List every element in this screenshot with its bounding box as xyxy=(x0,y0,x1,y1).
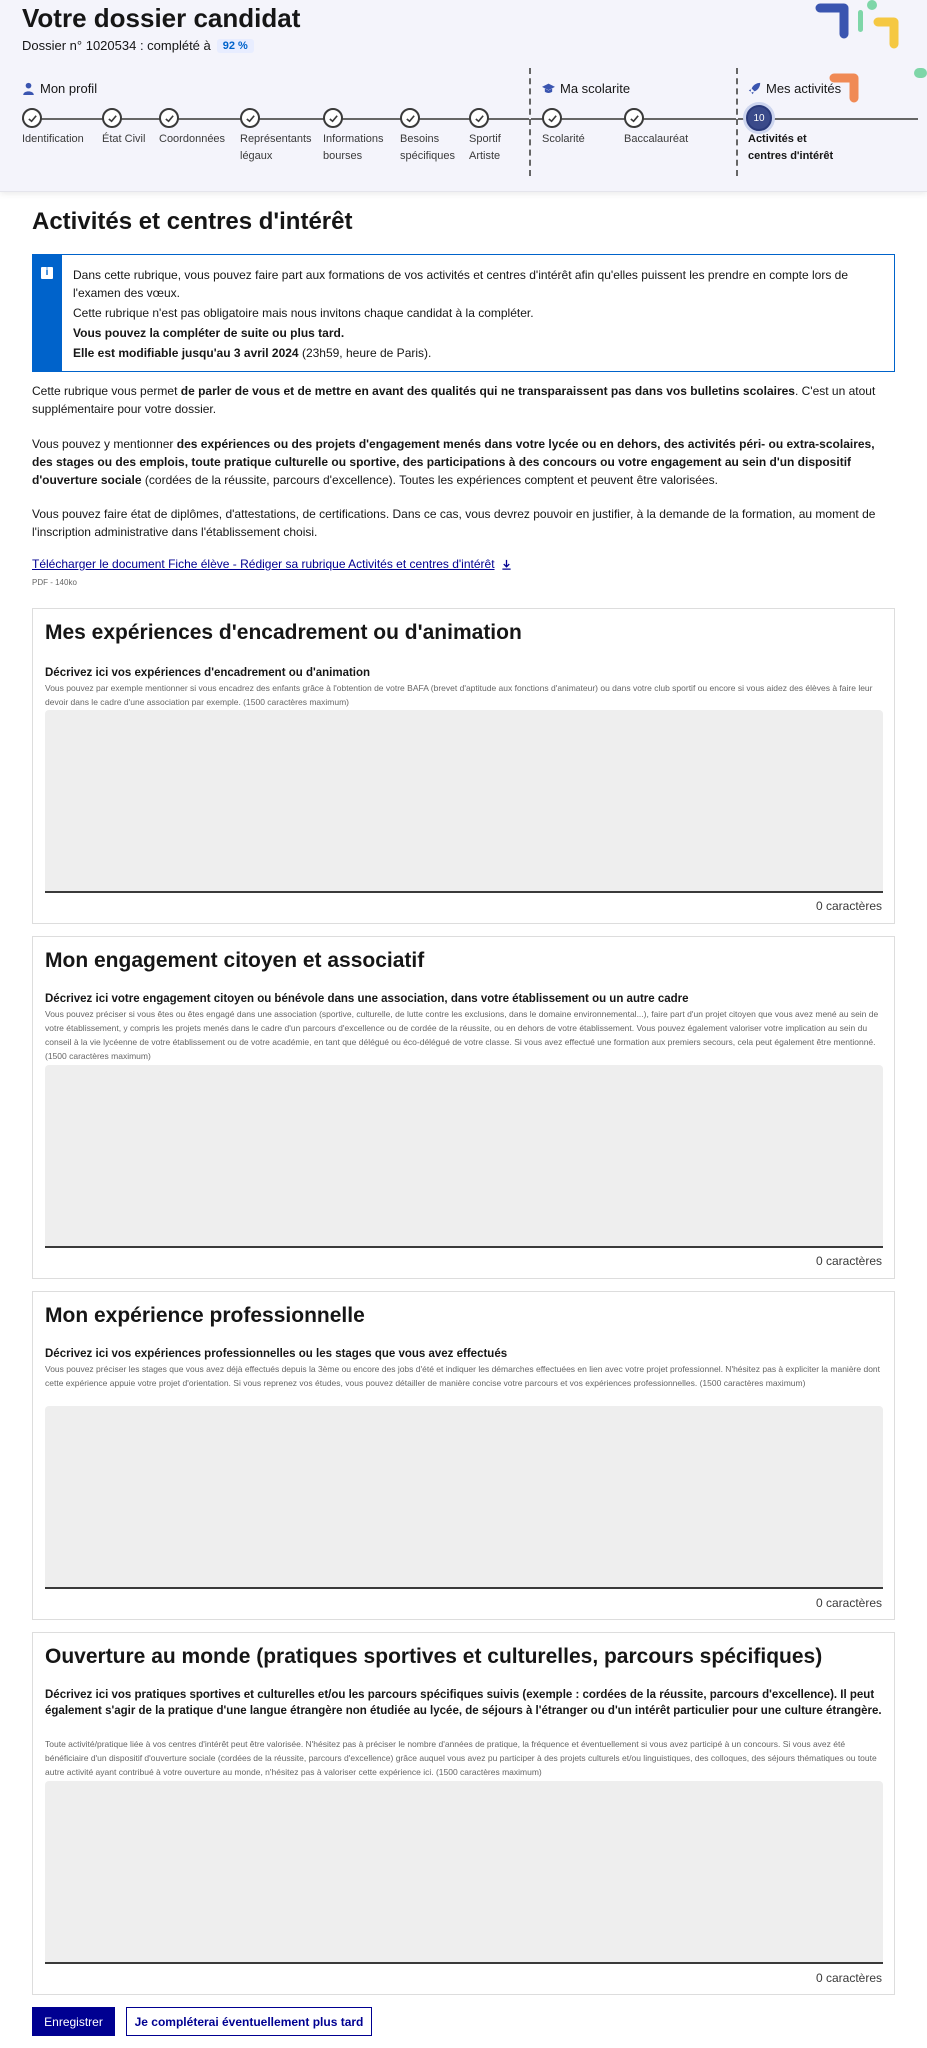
step-activites-current[interactable]: 10 xyxy=(746,105,772,131)
step-label: Sportif Artiste xyxy=(469,133,501,162)
download-icon xyxy=(501,559,511,570)
step-label: Représentants légaux xyxy=(240,133,312,162)
check-icon xyxy=(107,114,117,122)
field-hint: Toute activité/pratique liée à vos centr… xyxy=(45,1739,877,1777)
step-label: Identification xyxy=(22,133,84,145)
step-label: Informations bourses xyxy=(323,133,384,162)
info-notice: i Dans cette rubrique, vous pouvez faire… xyxy=(32,254,895,372)
dossier-header: Votre dossier candidat Dossier n° 102053… xyxy=(0,0,927,192)
notice-bar: i xyxy=(33,255,62,371)
step-sportif-artiste[interactable] xyxy=(469,108,489,128)
step-label: Besoins spécifiques xyxy=(400,133,456,162)
step-label: État Civil xyxy=(102,133,146,145)
step-representants[interactable] xyxy=(240,108,260,128)
progress-track xyxy=(22,118,529,120)
user-icon xyxy=(23,82,34,95)
group-separator xyxy=(529,68,531,176)
professionnelle-textarea[interactable] xyxy=(45,1406,883,1589)
section-ouverture-monde: Ouverture au monde (pratiques sportives … xyxy=(32,1632,895,1995)
notice-text: Dans cette rubrique, vous pouvez faire p… xyxy=(73,268,848,360)
intro-paragraph-2: Vous pouvez y mentionner des expériences… xyxy=(32,437,875,487)
step-informations-bourses[interactable] xyxy=(323,108,343,128)
group-mes-activites: Mes activités xyxy=(748,81,841,96)
section-title: Ouverture au monde (pratiques sportives … xyxy=(45,1645,823,1668)
check-icon xyxy=(474,114,484,122)
ouverture-textarea[interactable] xyxy=(45,1781,883,1964)
check-icon xyxy=(629,114,639,122)
group-separator xyxy=(736,68,738,176)
step-identification[interactable] xyxy=(22,108,42,128)
check-icon xyxy=(164,114,174,122)
step-besoins[interactable] xyxy=(400,108,420,128)
save-button[interactable]: Enregistrer xyxy=(32,2007,115,2036)
field-hint: Vous pouvez préciser si vous êtes ou ête… xyxy=(45,1009,879,1061)
group-mon-profil: Mon profil xyxy=(22,81,97,96)
section-professionnelle: Mon expérience professionnelle Décrivez … xyxy=(32,1291,895,1620)
check-icon xyxy=(27,114,37,122)
step-label-current: Activités et centres d'intérêt xyxy=(748,133,834,162)
check-icon xyxy=(405,114,415,122)
download-meta: PDF - 140ko xyxy=(32,578,77,587)
complete-later-button[interactable]: Je compléterai éventuellement plus tard xyxy=(126,2007,372,2036)
section-engagement: Mon engagement citoyen et associatif Déc… xyxy=(32,936,895,1279)
rocket-icon xyxy=(748,82,761,95)
download-fiche-link[interactable]: Télécharger le document Fiche élève - Ré… xyxy=(32,557,512,571)
field-label: Décrivez ici vos expériences d'encadreme… xyxy=(45,667,371,679)
step-scolarite[interactable] xyxy=(542,108,562,128)
field-label: Décrivez ici vos pratiques sportives et … xyxy=(45,1689,882,1717)
section-title: Mon expérience professionnelle xyxy=(45,1304,365,1327)
step-etat-civil[interactable] xyxy=(102,108,122,128)
char-counter: 0 caractères xyxy=(815,1254,882,1268)
char-counter: 0 caractères xyxy=(815,899,882,913)
info-icon: i xyxy=(41,267,53,279)
step-coordonnees[interactable] xyxy=(159,108,179,128)
step-baccalaureat[interactable] xyxy=(624,108,644,128)
check-icon xyxy=(547,114,557,122)
completion-badge: 92 % xyxy=(216,38,254,53)
step-label: Coordonnées xyxy=(159,133,226,145)
dossier-info: Dossier n° 1020534 : complété à 92 % xyxy=(22,38,254,53)
check-icon xyxy=(245,114,255,122)
field-hint: Vous pouvez par exemple mentionner si vo… xyxy=(45,683,873,707)
intro-paragraph-1: Cette rubrique vous permet de parler de … xyxy=(32,384,876,416)
page-title: Activités et centres d'intérêt xyxy=(32,208,353,235)
char-counter: 0 caractères xyxy=(815,1971,882,1985)
intro-paragraph-3: Vous pouvez faire état de diplômes, d'at… xyxy=(32,507,876,539)
section-title: Mes expériences d'encadrement ou d'anima… xyxy=(45,621,522,644)
group-ma-scolarite: Ma scolarite xyxy=(542,81,630,96)
section-title: Mon engagement citoyen et associatif xyxy=(45,949,425,972)
encadrement-textarea[interactable] xyxy=(45,710,883,893)
step-label: Baccalauréat xyxy=(624,133,689,145)
step-label: Scolarité xyxy=(542,133,585,145)
page-header-title: Votre dossier candidat xyxy=(22,3,301,33)
engagement-textarea[interactable] xyxy=(45,1065,883,1248)
field-label: Décrivez ici votre engagement citoyen ou… xyxy=(45,993,689,1005)
section-encadrement: Mes expériences d'encadrement ou d'anima… xyxy=(32,608,895,924)
dossier-number: Dossier n° 1020534 : complété à xyxy=(22,38,211,53)
char-counter: 0 caractères xyxy=(815,1596,882,1610)
field-hint: Vous pouvez préciser les stages que vous… xyxy=(45,1364,881,1388)
field-label: Décrivez ici vos expériences professionn… xyxy=(45,1348,508,1360)
check-icon xyxy=(328,114,338,122)
graduation-cap-icon xyxy=(542,83,555,93)
